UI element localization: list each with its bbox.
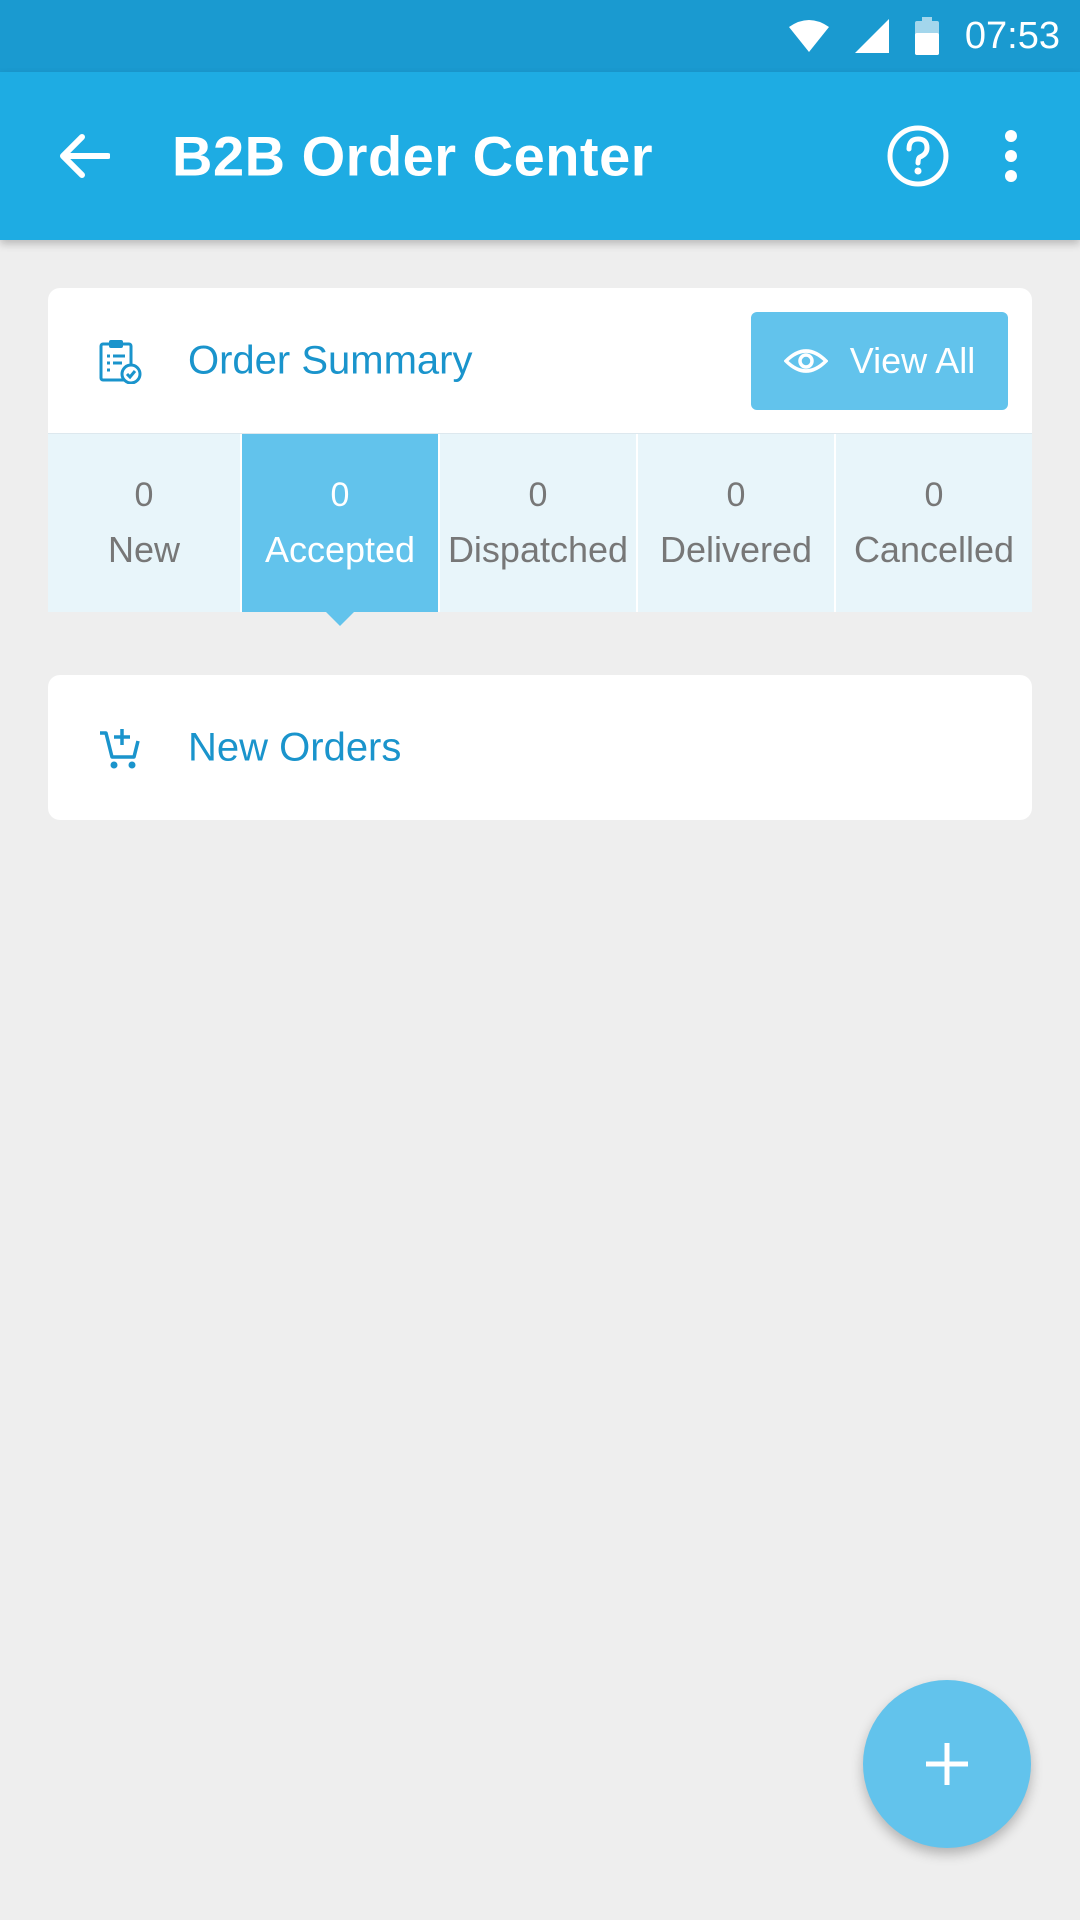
tab-label: Dispatched bbox=[447, 528, 629, 570]
more-options-button[interactable] bbox=[996, 124, 1026, 188]
tab-dispatched[interactable]: 0 Dispatched bbox=[440, 434, 638, 612]
cart-add-icon bbox=[100, 729, 140, 769]
app-bar: B2B Order Center bbox=[0, 72, 1080, 240]
status-time: 07:53 bbox=[964, 14, 1060, 57]
tab-accepted[interactable]: 0 Accepted bbox=[242, 434, 440, 612]
tab-count: 0 bbox=[528, 475, 548, 514]
signal-icon bbox=[854, 19, 889, 53]
tab-label: Accepted bbox=[264, 528, 416, 570]
eye-icon bbox=[783, 349, 828, 373]
add-order-fab[interactable] bbox=[863, 1680, 1031, 1848]
back-arrow-icon bbox=[60, 134, 110, 178]
tab-count: 0 bbox=[330, 475, 350, 514]
order-summary-header: Order Summary View All bbox=[48, 288, 1032, 434]
tab-count: 0 bbox=[134, 475, 154, 514]
tab-new[interactable]: 0 New bbox=[48, 434, 242, 612]
new-orders-card[interactable]: New Orders bbox=[48, 675, 1032, 820]
order-summary-card: Order Summary View All 0 New 0 Accepted … bbox=[48, 288, 1032, 612]
status-bar: 07:53 bbox=[0, 0, 1080, 72]
help-button[interactable] bbox=[886, 124, 950, 188]
order-summary-title: Order Summary bbox=[188, 338, 473, 382]
tab-count: 0 bbox=[726, 475, 746, 514]
tab-cancelled[interactable]: 0 Cancelled bbox=[836, 434, 1032, 612]
clipboard-check-icon bbox=[99, 340, 142, 384]
view-all-label: View All bbox=[849, 340, 976, 381]
page-title: B2B Order Center bbox=[172, 124, 654, 188]
tab-count: 0 bbox=[924, 475, 944, 514]
view-all-button[interactable]: View All bbox=[751, 312, 1008, 410]
plus-icon bbox=[926, 1743, 968, 1785]
tab-label: Delivered bbox=[659, 528, 813, 570]
tab-delivered[interactable]: 0 Delivered bbox=[638, 434, 836, 612]
order-status-tabs: 0 New 0 Accepted 0 Dispatched 0 Delivere… bbox=[48, 434, 1032, 612]
new-orders-title: New Orders bbox=[188, 725, 402, 769]
tab-label: New bbox=[107, 528, 181, 570]
tab-label: Cancelled bbox=[853, 528, 1015, 570]
back-button[interactable] bbox=[52, 124, 116, 188]
more-vert-icon bbox=[1005, 130, 1017, 182]
wifi-icon bbox=[788, 19, 829, 53]
battery-icon bbox=[914, 17, 939, 55]
help-icon bbox=[887, 125, 949, 187]
